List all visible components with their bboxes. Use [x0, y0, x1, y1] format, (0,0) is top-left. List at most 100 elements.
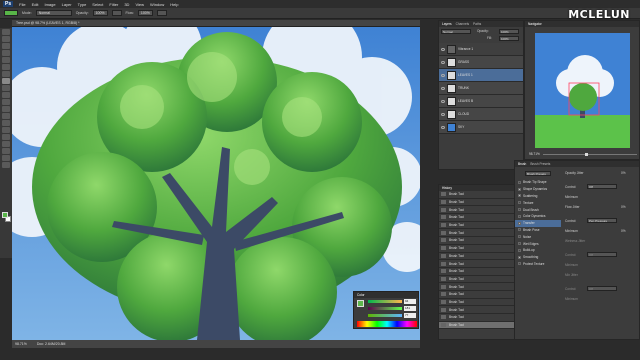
quick-select-tool-icon[interactable] [2, 50, 10, 56]
history-item[interactable]: Brush Tool [439, 214, 523, 222]
menu-file[interactable]: File [19, 2, 25, 7]
brush-setting-checkbox[interactable] [518, 187, 521, 191]
brush-setting-item[interactable]: Transfer [515, 219, 561, 227]
tab-brush-presets[interactable]: Brush Presets [530, 162, 550, 166]
foreground-color-swatch[interactable] [2, 212, 8, 218]
history-item[interactable]: Brush Tool [439, 237, 523, 245]
brush-tool-icon[interactable] [2, 78, 10, 84]
crop-tool-icon[interactable] [2, 57, 10, 63]
visibility-eye-icon[interactable] [441, 73, 445, 77]
layer-row[interactable]: GRASS [439, 56, 523, 69]
tab-navigator[interactable]: Navigator [528, 22, 542, 26]
history-item[interactable]: Brush Tool [439, 260, 523, 268]
type-tool-icon[interactable] [2, 134, 10, 140]
menu-help[interactable]: Help [170, 2, 178, 7]
control-dropdown-4[interactable]: Off [587, 286, 617, 291]
layer-row[interactable]: CLOUD [439, 108, 523, 121]
brush-setting-item[interactable]: Shape Dynamics [515, 186, 561, 193]
layer-row-selected[interactable]: LEAVES 1 [439, 69, 523, 82]
layer-row[interactable]: TRUNK [439, 82, 523, 95]
tab-brush[interactable]: Brush [518, 162, 526, 166]
brush-setting-checkbox[interactable] [518, 180, 521, 184]
red-slider[interactable] [368, 300, 402, 303]
layer-row[interactable]: Vibrance 1 [439, 43, 523, 56]
brush-setting-item[interactable]: Color Dynamics [515, 213, 561, 220]
dodge-tool-icon[interactable] [2, 120, 10, 126]
brush-setting-item[interactable]: Wet Edges [515, 240, 561, 247]
tab-paths[interactable]: Paths [473, 22, 481, 26]
control-dropdown-3[interactable]: Off [587, 252, 617, 257]
visibility-eye-icon[interactable] [441, 125, 445, 129]
history-item[interactable]: Brush Tool [439, 199, 523, 207]
airbrush-button[interactable] [156, 10, 167, 16]
history-item[interactable]: Brush Tool [439, 321, 523, 330]
brush-setting-checkbox[interactable] [518, 255, 521, 259]
history-item[interactable]: Brush Tool [439, 306, 523, 314]
menu-edit[interactable]: Edit [32, 2, 39, 7]
history-item[interactable]: Brush Tool [439, 291, 523, 299]
brush-setting-item[interactable]: Smoothing [515, 254, 561, 261]
blend-mode-dropdown[interactable]: Normal [441, 29, 471, 34]
menu-view[interactable]: View [135, 2, 144, 7]
blue-value[interactable]: 77 [404, 313, 416, 318]
menu-filter[interactable]: Filter [109, 2, 118, 7]
brush-setting-checkbox[interactable] [518, 201, 521, 205]
brush-setting-item[interactable]: Texture [515, 199, 561, 206]
color-fg-swatch[interactable] [357, 300, 364, 307]
pressure-opacity-button[interactable] [111, 10, 122, 16]
menu-window[interactable]: Window [150, 2, 164, 7]
tab-history[interactable]: History [442, 186, 452, 190]
history-item[interactable]: Brush Tool [439, 299, 523, 307]
zoom-tool-icon[interactable] [2, 162, 10, 168]
navigator-zoom[interactable]: 98.71% [529, 152, 540, 156]
brush-setting-item[interactable]: Build-up [515, 247, 561, 254]
visibility-eye-icon[interactable] [441, 112, 445, 116]
brush-setting-item[interactable]: Scattering [515, 193, 561, 200]
blue-slider[interactable] [368, 314, 402, 317]
blur-tool-icon[interactable] [2, 113, 10, 119]
eyedropper-tool-icon[interactable] [2, 64, 10, 70]
visibility-eye-icon[interactable] [441, 99, 445, 103]
menu-image[interactable]: Image [44, 2, 55, 7]
brush-setting-item[interactable]: Brush Tip Shape [515, 179, 561, 186]
history-item[interactable]: Brush Tool [439, 206, 523, 215]
visibility-eye-icon[interactable] [441, 47, 445, 51]
flow-field[interactable]: 100% [137, 10, 153, 16]
history-item[interactable]: Brush Tool [439, 191, 523, 199]
brush-setting-item[interactable]: Dual Brush [515, 206, 561, 213]
visibility-eye-icon[interactable] [441, 86, 445, 90]
pen-tool-icon[interactable] [2, 127, 10, 133]
lasso-tool-icon[interactable] [2, 43, 10, 49]
opacity-field[interactable]: 100% [92, 10, 108, 16]
zoom-slider-knob[interactable] [585, 152, 589, 156]
brush-setting-checkbox[interactable] [518, 248, 521, 252]
tab-color[interactable]: Color [357, 293, 365, 297]
eraser-tool-icon[interactable] [2, 99, 10, 105]
clone-stamp-tool-icon[interactable] [2, 85, 10, 91]
menu-select[interactable]: Select [92, 2, 103, 7]
visibility-eye-icon[interactable] [441, 60, 445, 64]
brush-setting-checkbox[interactable] [518, 262, 521, 266]
tab-channels[interactable]: Channels [456, 22, 469, 26]
brush-setting-checkbox[interactable] [518, 194, 521, 198]
red-value[interactable]: 94 [404, 299, 416, 304]
history-item[interactable]: Brush Tool [439, 245, 523, 253]
history-brush-tool-icon[interactable] [2, 92, 10, 98]
fill-field[interactable]: 100% [499, 36, 519, 41]
history-item[interactable]: Brush Tool [439, 276, 523, 284]
menu-3d[interactable]: 3D [124, 2, 129, 7]
color-spectrum[interactable] [357, 321, 417, 327]
menu-layer[interactable]: Layer [62, 2, 72, 7]
zoom-slider[interactable] [542, 152, 637, 156]
brush-setting-item[interactable]: Brush Pose [515, 227, 561, 234]
pen-pressure-dropdown[interactable]: Pen Pressure [587, 218, 617, 223]
history-item[interactable]: Brush Tool [439, 253, 523, 261]
control-dropdown[interactable]: Off [587, 184, 617, 189]
hand-tool-icon[interactable] [2, 155, 10, 161]
green-value[interactable]: 181 [404, 306, 416, 311]
brush-preset-picker[interactable] [4, 10, 18, 16]
mode-dropdown[interactable]: Normal [35, 10, 72, 16]
brush-setting-item[interactable]: Noise [515, 233, 561, 240]
layer-opacity-field[interactable]: 100% [499, 29, 519, 34]
brush-setting-checkbox[interactable] [518, 221, 521, 225]
